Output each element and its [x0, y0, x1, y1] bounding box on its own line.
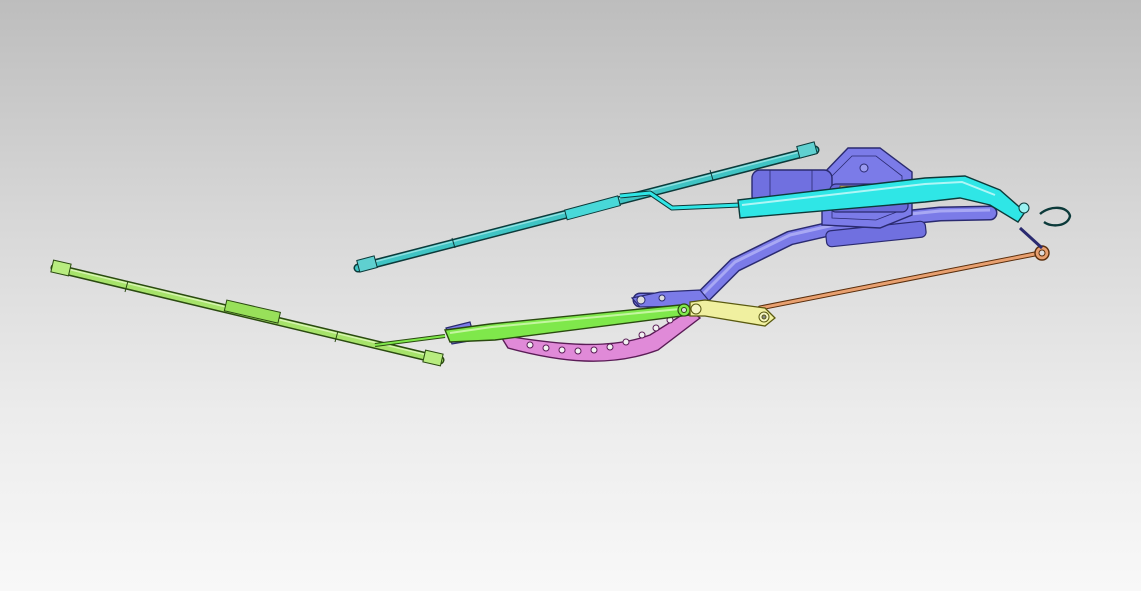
cad-viewport[interactable]	[0, 0, 1141, 591]
wiper-linkage-assembly[interactable]	[0, 0, 1141, 591]
wiper-blade-left[interactable]	[50, 259, 445, 367]
crank-link[interactable]	[689, 299, 776, 327]
